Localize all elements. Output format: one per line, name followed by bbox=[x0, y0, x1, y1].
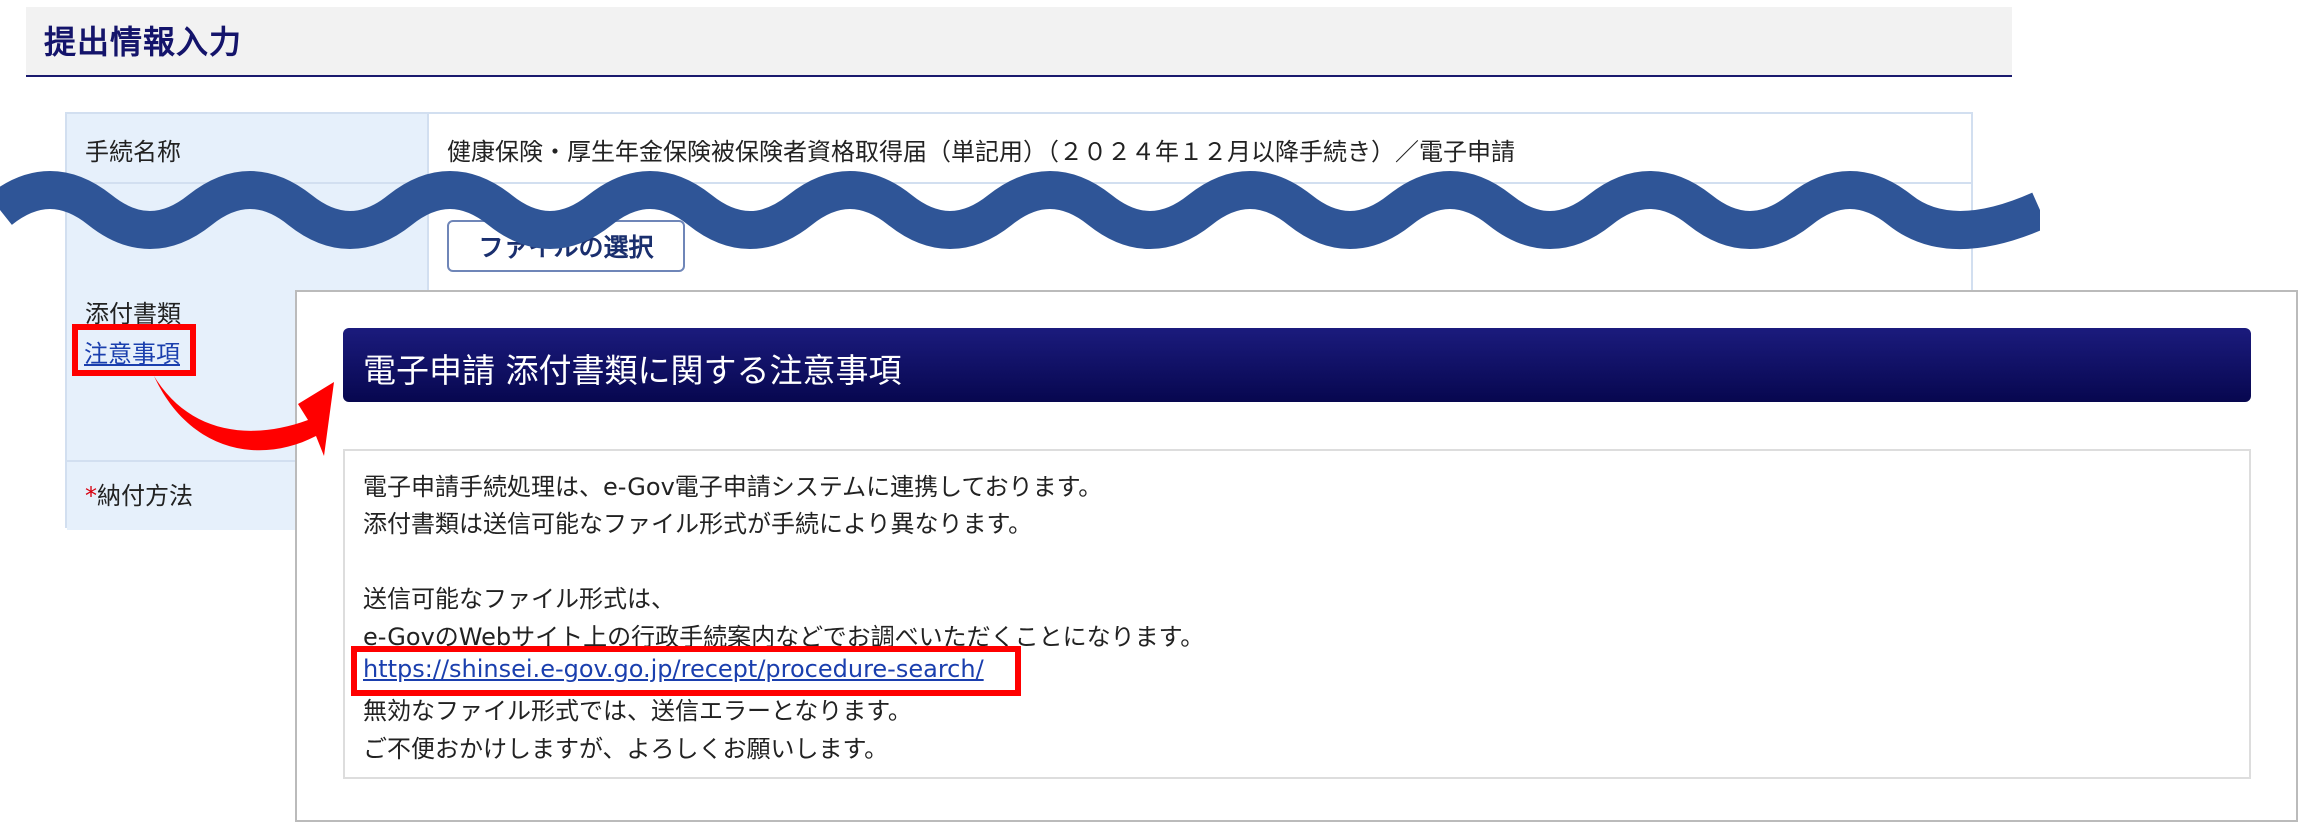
wavy-cut-line bbox=[0, 171, 2040, 249]
dialog-text-line: ご不便おかけしますが、よろしくお願いします。 bbox=[363, 735, 889, 763]
url-link-highlight bbox=[351, 646, 1021, 696]
dialog-text-line: 電子申請手続処理は、e-Gov電子申請システムに連携しております。 bbox=[363, 473, 1103, 501]
payment-method-text: 納付方法 bbox=[97, 482, 193, 510]
notes-link-highlight bbox=[72, 324, 196, 376]
dialog-body: 電子申請手続処理は、e-Gov電子申請システムに連携しております。 添付書類は送… bbox=[343, 449, 2251, 779]
dialog-title: 電子申請 添付書類に関する注意事項 bbox=[363, 351, 902, 390]
attachment-notes-dialog: 電子申請 添付書類に関する注意事項 電子申請手続処理は、e-Gov電子申請システ… bbox=[295, 290, 2298, 822]
section-header: 提出情報入力 bbox=[26, 7, 2012, 77]
payment-method-label: *納付方法 bbox=[85, 476, 193, 511]
red-arrow-icon bbox=[154, 376, 334, 456]
required-mark: * bbox=[85, 482, 97, 510]
dialog-text-line: 無効なファイル形式では、送信エラーとなります。 bbox=[363, 697, 912, 725]
dialog-text-line: 送信可能なファイル形式は、 bbox=[363, 585, 675, 613]
dialog-text-line: 添付書類は送信可能なファイル形式が手続により異なります。 bbox=[363, 510, 1033, 538]
page-title: 提出情報入力 bbox=[44, 23, 243, 61]
dialog-title-bar: 電子申請 添付書類に関する注意事項 bbox=[343, 328, 2251, 402]
